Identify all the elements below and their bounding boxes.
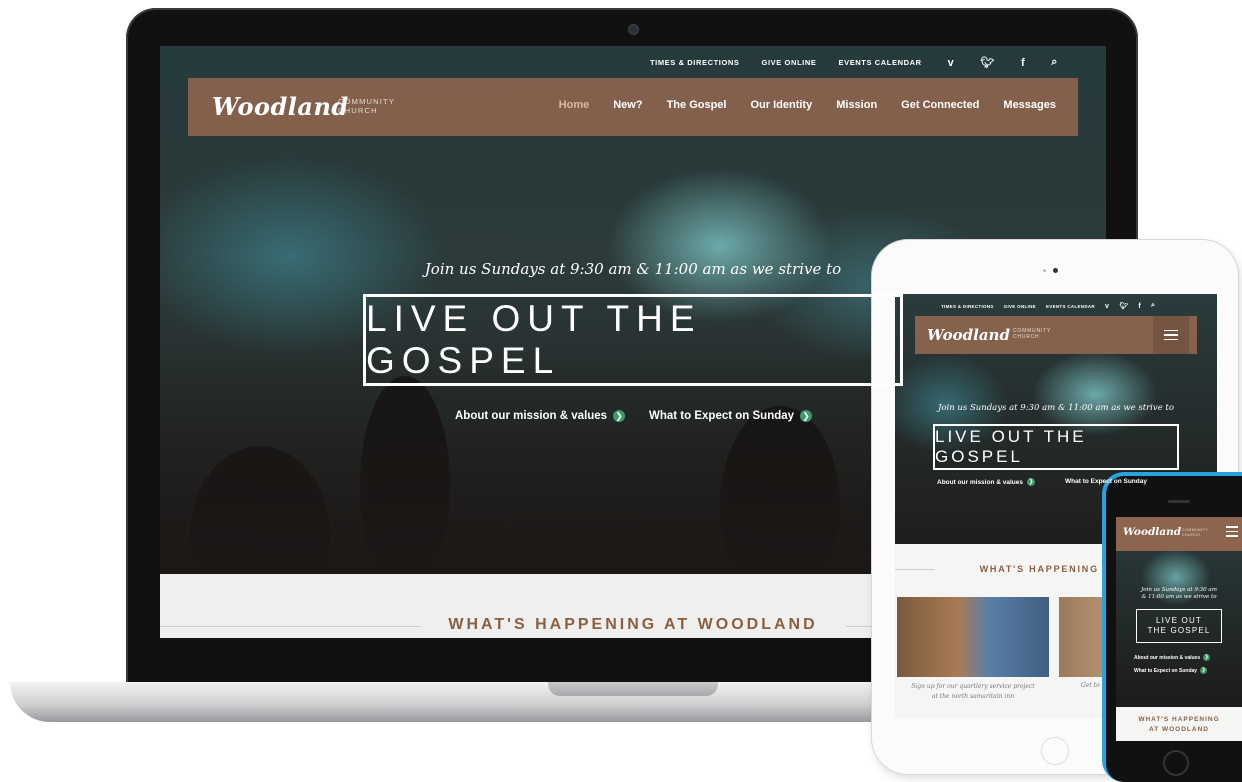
mission-values-label: About our mission & values — [455, 410, 608, 422]
mission-values-link[interactable]: About our mission & values ❯ — [455, 410, 626, 422]
hero-tagline-line: Join us Sundays at 9:30 am — [1141, 587, 1217, 593]
main-navbar: Woodland COMMUNITY CHURCH Home New? The … — [188, 78, 1078, 136]
expect-sunday-link[interactable]: What to Expect on Sunday ❯ — [649, 410, 813, 422]
event-caption-line: at the north samaritain inn — [931, 693, 1015, 700]
main-navbar: Woodland COMMUNITY CHURCH — [1116, 517, 1242, 551]
hero-headline-box: LIVE OUT THE GOSPEL — [933, 424, 1179, 470]
event-caption-line: Sign up for our quartlery service projec… — [911, 683, 1035, 690]
crowd-silhouette — [360, 376, 450, 596]
main-navbar: Woodland COMMUNITY CHURCH — [915, 316, 1197, 354]
utility-nav: TIMES & DIRECTIONS GIVE ONLINE EVENTS CA… — [650, 56, 1058, 69]
mission-values-link[interactable]: About our mission & values ❯ — [937, 478, 1035, 486]
arrow-right-icon: ❯ — [1203, 654, 1211, 661]
event-caption: Get to — [1081, 682, 1100, 689]
event-caption: Sign up for our quartlery service projec… — [897, 682, 1049, 702]
nav-new[interactable]: New? — [613, 99, 642, 111]
events-calendar-link[interactable]: EVENTS CALENDAR — [1046, 304, 1095, 309]
expect-sunday-link[interactable]: What to Expect on Sunday ❯ — [1134, 667, 1208, 674]
nav-our-identity[interactable]: Our Identity — [750, 99, 812, 111]
mission-values-label: About our mission & values — [1134, 654, 1201, 661]
hero-tagline: Join us Sundays at 9:30 am & 11:00 am as… — [424, 260, 842, 278]
hero-headline-line: LIVE OUT — [1155, 616, 1203, 625]
twitter-icon[interactable]: 🐦︎ — [980, 56, 995, 69]
site-logo[interactable]: Woodland — [212, 92, 349, 121]
expect-sunday-label: What to Expect on Sunday — [1134, 667, 1198, 674]
event-image[interactable] — [897, 597, 1049, 677]
events-calendar-link[interactable]: EVENTS CALENDAR — [838, 58, 921, 67]
facebook-icon[interactable]: f — [1021, 57, 1025, 69]
nav-the-gospel[interactable]: The Gospel — [667, 99, 727, 111]
expect-sunday-label: What to Expect on Sunday — [1065, 478, 1147, 485]
nav-mission[interactable]: Mission — [836, 99, 877, 111]
hero-headline-line: THE GOSPEL — [1147, 626, 1211, 635]
hero-tagline: Join us Sundays at 9:30 am & 11:00 am as… — [1116, 587, 1242, 601]
hero-tagline: Join us Sundays at 9:30 am & 11:00 am as… — [938, 403, 1174, 413]
nav-messages[interactable]: Messages — [1003, 99, 1056, 111]
site-logo[interactable]: Woodland — [927, 326, 1010, 344]
search-icon[interactable]: ⌕ — [1151, 302, 1155, 310]
vimeo-icon[interactable]: v — [948, 57, 955, 69]
logo-subtitle-line: COMMUNITY — [338, 97, 396, 106]
hero-headline: LIVE OUT THE GOSPEL — [366, 298, 702, 381]
logo-subtitle: COMMUNITY CHURCH — [1013, 328, 1063, 340]
mission-values-label: About our mission & values — [937, 478, 1023, 486]
home-button — [1163, 750, 1189, 776]
times-directions-link[interactable]: TIMES & DIRECTIONS — [941, 304, 994, 309]
expect-sunday-link[interactable]: What to Expect on Sunday — [1065, 478, 1147, 485]
arrow-right-icon: ❯ — [1026, 478, 1035, 486]
nav-home[interactable]: Home — [559, 99, 590, 111]
nav-get-connected[interactable]: Get Connected — [901, 99, 979, 111]
hero-headline: LIVE OUT THE GOSPEL — [935, 427, 1087, 466]
hero-tagline-line: & 11:00 am as we strive to — [1141, 594, 1217, 600]
site-logo[interactable]: Woodland — [1123, 526, 1181, 538]
hero-headline-box: LIVE OUT THE GOSPEL — [1136, 609, 1222, 643]
arrow-right-icon: ❯ — [1200, 667, 1208, 674]
happening-title: WHAT'S HAPPENING AT WOODLAND — [1116, 715, 1242, 735]
twitter-icon[interactable]: 🐦︎ — [1119, 302, 1128, 310]
mission-values-link[interactable]: About our mission & values ❯ — [1134, 654, 1211, 661]
give-online-link[interactable]: GIVE ONLINE — [762, 58, 817, 67]
facebook-icon[interactable]: f — [1138, 303, 1141, 310]
logo-subtitle: COMMUNITY CHURCH — [338, 97, 408, 115]
logo-subtitle: COMMUNITY CHURCH — [1182, 528, 1212, 537]
times-directions-link[interactable]: TIMES & DIRECTIONS — [650, 58, 740, 67]
arrow-right-icon: ❯ — [800, 410, 813, 422]
happening-title-line: AT WOODLAND — [1149, 726, 1209, 733]
utility-nav: TIMES & DIRECTIONS GIVE ONLINE EVENTS CA… — [941, 302, 1155, 310]
laptop-notch — [548, 682, 718, 696]
expect-sunday-label: What to Expect on Sunday — [649, 410, 795, 422]
hero-headline-box: LIVE OUT THE GOSPEL — [363, 294, 903, 386]
hamburger-menu-icon[interactable] — [1153, 316, 1189, 354]
happening-title-line: WHAT'S HAPPENING — [1138, 716, 1220, 723]
main-menu: Home New? The Gospel Our Identity Missio… — [559, 99, 1056, 111]
hamburger-menu-icon[interactable] — [1226, 526, 1238, 537]
home-button — [1041, 737, 1069, 765]
camera-icon — [628, 24, 639, 35]
vimeo-icon[interactable]: v — [1105, 303, 1109, 310]
logo-subtitle-line: COMMUNITY — [1182, 528, 1209, 532]
give-online-link[interactable]: GIVE ONLINE — [1004, 304, 1036, 309]
logo-subtitle-line: CHURCH — [1182, 532, 1201, 537]
phone-screen: Woodland COMMUNITY CHURCH Join us Sunday… — [1116, 517, 1242, 741]
speaker-icon — [1168, 500, 1190, 503]
logo-subtitle-line: CHURCH — [338, 106, 378, 115]
arrow-right-icon: ❯ — [613, 410, 626, 422]
logo-subtitle-line: CHURCH — [1013, 334, 1040, 340]
search-icon[interactable]: ⌕ — [1051, 56, 1058, 69]
